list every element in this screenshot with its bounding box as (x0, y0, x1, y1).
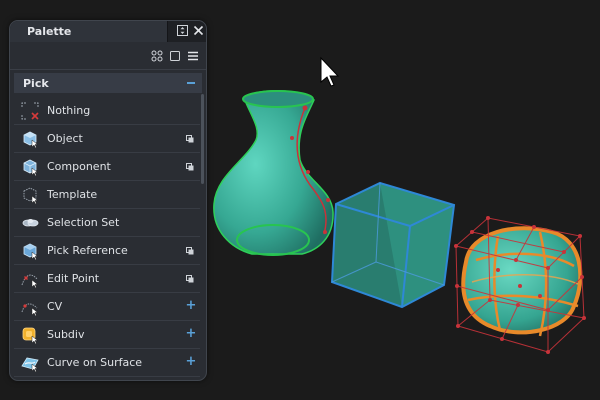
tool-item-label: Template (47, 188, 98, 201)
pick-section-header[interactable]: Pick (14, 73, 202, 93)
palette-toolbar (10, 42, 206, 70)
mouse-cursor-icon (320, 56, 340, 87)
selection-set-icon (22, 219, 39, 227)
palette-panel: Palette Pick Nothing Object Component Te… (9, 20, 207, 381)
option-box-icon[interactable] (186, 163, 194, 171)
tool-item-template[interactable]: Template (14, 181, 200, 209)
tool-item-subdiv[interactable]: Subdiv + (14, 321, 200, 349)
collapse-icon[interactable] (187, 82, 195, 84)
cv-icon (21, 303, 39, 316)
tool-item-label: Curve on Surface (47, 356, 143, 369)
pick-nothing-icon (21, 102, 39, 120)
option-box-icon[interactable] (186, 135, 194, 143)
pick-component-icon (23, 159, 39, 176)
palette-title[interactable]: Palette (10, 21, 168, 42)
tool-item-pick-reference[interactable]: Pick Reference (14, 237, 200, 265)
close-icon[interactable] (193, 25, 204, 36)
palette-scrollbar[interactable] (201, 94, 204, 184)
single-view-icon[interactable] (169, 50, 181, 62)
cube-object[interactable] (330, 181, 456, 309)
edit-point-icon (21, 274, 39, 288)
tool-item-component[interactable]: Component (14, 153, 200, 181)
tool-item-label: CV (47, 300, 63, 313)
tool-item-label: Edit Point (47, 272, 100, 285)
tool-item-label: Nothing (47, 104, 91, 117)
plus-icon[interactable]: + (185, 327, 197, 340)
subdiv-icon (22, 327, 39, 344)
palette-title-bar[interactable]: Palette (10, 21, 206, 42)
option-box-icon[interactable] (186, 247, 194, 255)
menu-icon[interactable] (187, 50, 199, 62)
tool-item-label: Subdiv (47, 328, 85, 341)
plus-icon[interactable]: + (185, 355, 197, 368)
pick-object-icon (23, 131, 39, 148)
tool-item-cv[interactable]: CV + (14, 293, 200, 321)
tool-item-edit-point[interactable]: Edit Point (14, 265, 200, 293)
option-box-icon[interactable] (186, 275, 194, 283)
dock-toggle-icon[interactable] (177, 25, 188, 36)
plus-icon[interactable]: + (185, 299, 197, 312)
tool-item-label: Pick Reference (47, 244, 128, 257)
pick-section-title: Pick (23, 77, 49, 90)
subdiv-object[interactable] (454, 216, 586, 354)
pick-template-icon (23, 187, 39, 204)
tool-item-object[interactable]: Object (14, 125, 200, 153)
pick-reference-icon (23, 243, 39, 260)
tool-item-selection-set[interactable]: Selection Set (14, 209, 200, 237)
tool-item-curve-on-surface[interactable]: Curve on Surface + (14, 349, 200, 377)
vase-object[interactable] (213, 90, 334, 256)
tool-item-label: Component (47, 160, 111, 173)
tool-item-nothing[interactable]: Nothing (14, 97, 200, 125)
tool-item-label: Object (47, 132, 83, 145)
tool-item-label: Selection Set (47, 216, 120, 229)
curve-on-surface-icon (21, 357, 39, 372)
icon-view-grid-icon[interactable] (151, 50, 163, 62)
